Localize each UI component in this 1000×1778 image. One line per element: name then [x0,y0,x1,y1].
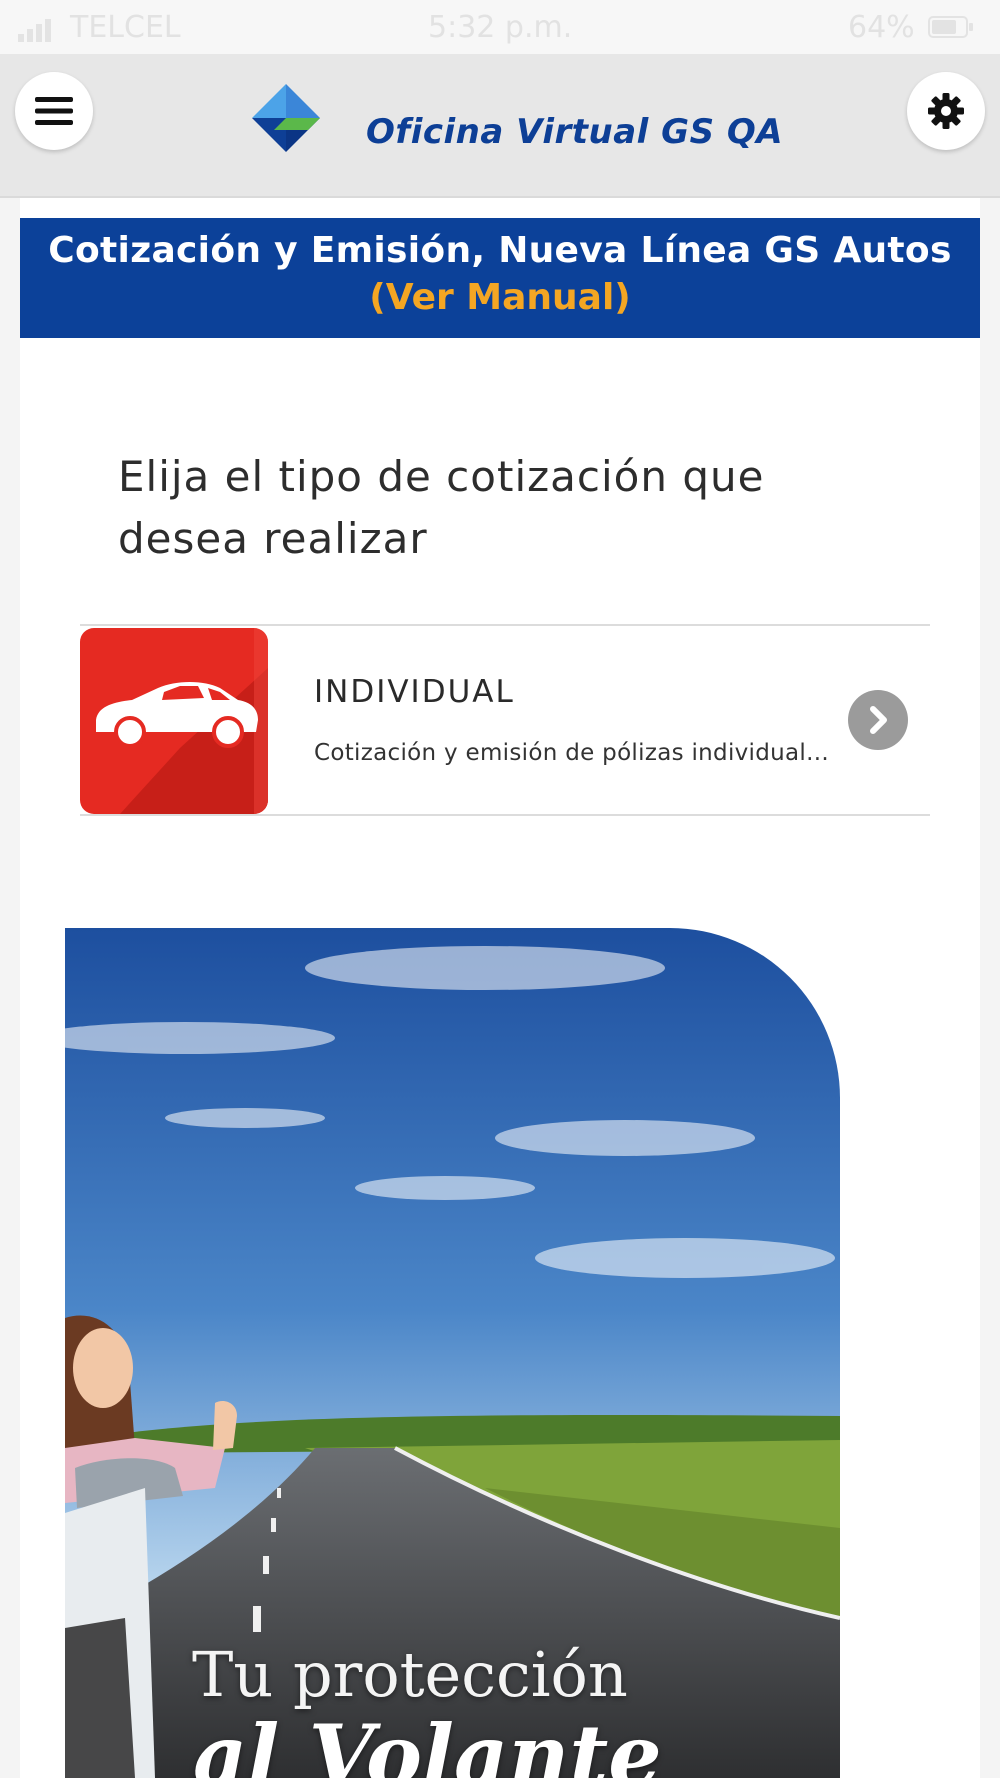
clock: 5:32 p.m. [428,10,573,45]
promo-line-2: al Volante [193,1706,662,1778]
chevron-right-icon [870,706,887,734]
car-icon [96,628,268,814]
carrier-name: TELCEL [70,10,181,45]
battery-icon [928,16,973,38]
menu-button[interactable] [15,72,93,150]
settings-button[interactable] [907,72,985,150]
manual-link[interactable]: (Ver Manual) [20,277,980,318]
title-banner: Cotización y Emisión, Nueva Línea GS Aut… [20,218,980,338]
chevron-right-button[interactable] [848,690,908,750]
banner-title: Cotización y Emisión, Nueva Línea GS Aut… [48,230,952,271]
gear-icon [928,93,964,129]
battery-percent: 64% [848,10,915,45]
hamburger-menu-icon [35,97,73,125]
diamond-logo [252,84,320,152]
promo-banner-image: Tu protección al Volante [65,928,840,1778]
option-individual[interactable]: INDIVIDUAL Cotización y emisión de póliz… [80,624,930,816]
option-title: INDIVIDUAL [314,674,515,710]
app-header: Oficina Virtual GS QA [0,54,1000,198]
status-bar: TELCEL 5:32 p.m. 64% [0,0,1000,54]
option-thumbnail [80,628,268,814]
promo-line-1: Tu protección [192,1638,628,1711]
signal-icon [18,19,51,42]
page-prompt: Elija el tipo de cotización que desea re… [118,452,765,563]
app-title: Oficina Virtual GS QA [366,112,784,152]
option-description: Cotización y emisión de pólizas individu… [314,740,829,766]
main-content: Cotización y Emisión, Nueva Línea GS Aut… [20,198,980,1778]
